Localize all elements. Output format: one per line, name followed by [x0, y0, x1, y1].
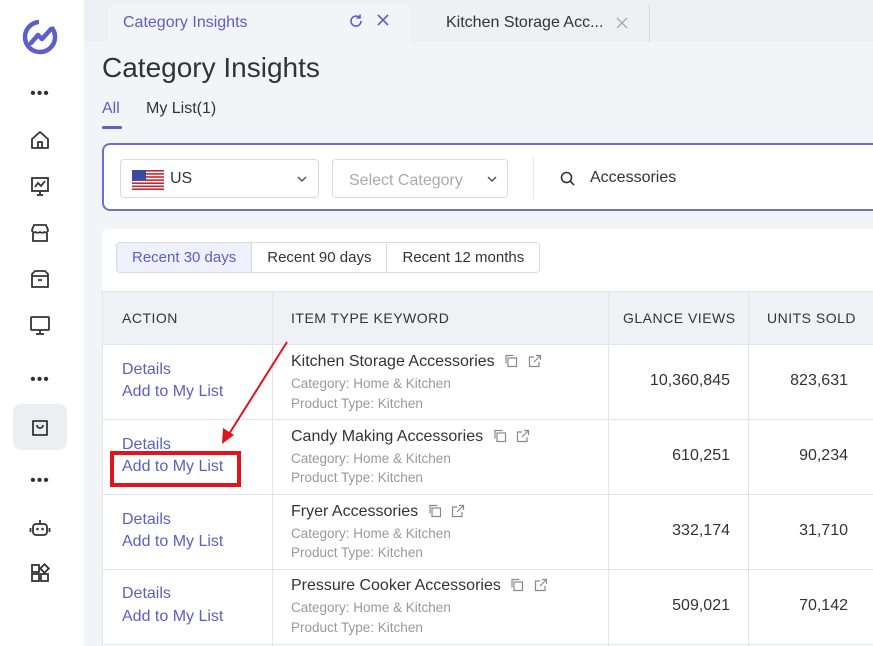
left-navigation-rail: ••• ••• ••• [0, 0, 84, 646]
category-text: Category: Home & Kitchen [291, 451, 451, 466]
more-dots-icon[interactable]: ••• [28, 473, 52, 489]
add-to-my-list-link[interactable]: Add to My List [122, 383, 223, 401]
keyword-cell: Candy Making Accessories [291, 428, 530, 446]
keyword-cell: Kitchen Storage Accessories [291, 353, 542, 371]
apps-icon[interactable] [20, 553, 60, 593]
category-text: Category: Home & Kitchen [291, 526, 451, 541]
filter-panel: US Select Category Accessories [102, 143, 873, 211]
robot-icon[interactable] [20, 508, 60, 548]
external-link-icon[interactable] [528, 354, 542, 368]
table-row: Details Add to My List Kitchen Storage A… [102, 345, 873, 420]
column-divider [102, 291, 103, 646]
table-header: ACTION ITEM TYPE KEYWORD GLANCE VIEWS UN… [102, 291, 873, 345]
header-action: ACTION [122, 310, 178, 326]
chevron-down-icon [297, 176, 307, 183]
keyword-text: Fryer Accessories [291, 503, 419, 520]
glance-views-value: 10,360,845 [649, 372, 730, 389]
keyword-text: Pressure Cooker Accessories [291, 577, 501, 594]
subtab-my-list[interactable]: My List(1) [146, 100, 216, 118]
category-placeholder: Select Category [349, 172, 463, 189]
details-link[interactable]: Details [122, 361, 171, 379]
header-keyword[interactable]: ITEM TYPE KEYWORD [291, 292, 449, 344]
tab-label: Category Insights [123, 14, 248, 31]
copy-icon[interactable] [493, 429, 507, 443]
range-90-days[interactable]: Recent 90 days [252, 243, 388, 272]
column-divider [272, 291, 273, 646]
details-link[interactable]: Details [122, 585, 171, 603]
add-to-my-list-link[interactable]: Add to My List [122, 608, 223, 626]
glance-views-value: 610,251 [672, 447, 730, 464]
logo-icon[interactable] [20, 17, 60, 57]
monitor-icon[interactable] [20, 305, 60, 345]
table-row: Details Add to My List Fryer Accessories… [102, 495, 873, 570]
range-12-months[interactable]: Recent 12 months [387, 243, 539, 272]
country-select[interactable]: US [120, 159, 319, 198]
copy-icon[interactable] [504, 354, 518, 368]
home-icon[interactable] [20, 120, 60, 160]
copy-icon[interactable] [428, 504, 442, 518]
annotation-highlight-box [110, 451, 241, 487]
close-icon[interactable] [376, 13, 390, 32]
product-type-text: Product Type: Kitchen [291, 470, 423, 485]
glance-views-value: 509,021 [672, 597, 730, 614]
more-dots-icon[interactable]: ••• [28, 372, 52, 388]
units-sold-value: 823,631 [790, 372, 848, 389]
units-sold-value: 90,234 [799, 447, 848, 464]
tab-kitchen-storage[interactable]: Kitchen Storage Acc... [427, 4, 650, 42]
tab-label: Kitchen Storage Acc... [446, 14, 604, 31]
category-text: Category: Home & Kitchen [291, 600, 451, 615]
add-to-my-list-link[interactable]: Add to My List [122, 533, 223, 551]
units-sold-value: 70,142 [799, 597, 848, 614]
glance-views-value: 332,174 [672, 522, 730, 539]
range-30-days[interactable]: Recent 30 days [117, 243, 253, 272]
trend-chart-icon[interactable] [20, 166, 60, 206]
category-select[interactable]: Select Category [332, 159, 508, 198]
country-value: US [170, 170, 193, 187]
external-link-icon[interactable] [534, 578, 548, 592]
column-divider [608, 291, 609, 646]
header-units-sold[interactable]: UNITS SOLD [767, 292, 856, 344]
refresh-icon[interactable] [348, 13, 364, 34]
header-glance-views[interactable]: GLANCE VIEWS [623, 292, 736, 344]
copy-icon[interactable] [510, 578, 524, 592]
page-title: Category Insights [102, 52, 320, 83]
keyword-cell: Fryer Accessories [291, 503, 465, 521]
time-range-toggle: Recent 30 days Recent 90 days Recent 12 … [116, 242, 541, 273]
store-icon[interactable] [20, 213, 60, 253]
tab-bar: Category Insights Kitchen Storage Acc... [84, 0, 873, 42]
keyword-cell: Pressure Cooker Accessories [291, 577, 548, 595]
close-icon[interactable] [616, 16, 628, 34]
search-input[interactable]: Accessories [590, 169, 676, 187]
more-dots-icon[interactable]: ••• [28, 86, 52, 102]
details-link[interactable]: Details [122, 511, 171, 529]
shopping-bag-icon[interactable] [20, 407, 60, 447]
results-card: Recent 30 days Recent 90 days Recent 12 … [102, 229, 873, 646]
product-type-text: Product Type: Kitchen [291, 545, 423, 560]
keyword-text: Kitchen Storage Accessories [291, 353, 495, 370]
chevron-down-icon [487, 176, 497, 183]
us-flag-icon [132, 170, 164, 190]
product-type-text: Product Type: Kitchen [291, 396, 423, 411]
keyword-text: Candy Making Accessories [291, 428, 484, 445]
column-divider [748, 291, 749, 646]
category-text: Category: Home & Kitchen [291, 376, 451, 391]
product-type-text: Product Type: Kitchen [291, 620, 423, 635]
subtab-active-indicator [102, 126, 122, 129]
external-link-icon[interactable] [451, 504, 465, 518]
divider [533, 157, 534, 199]
tab-category-insights[interactable]: Category Insights [108, 4, 411, 42]
package-icon[interactable] [20, 259, 60, 299]
subtab-all[interactable]: All [102, 100, 120, 118]
external-link-icon[interactable] [516, 429, 530, 443]
table-row: Details Add to My List Pressure Cooker A… [102, 570, 873, 645]
search-icon [560, 171, 575, 186]
units-sold-value: 31,710 [799, 522, 848, 539]
